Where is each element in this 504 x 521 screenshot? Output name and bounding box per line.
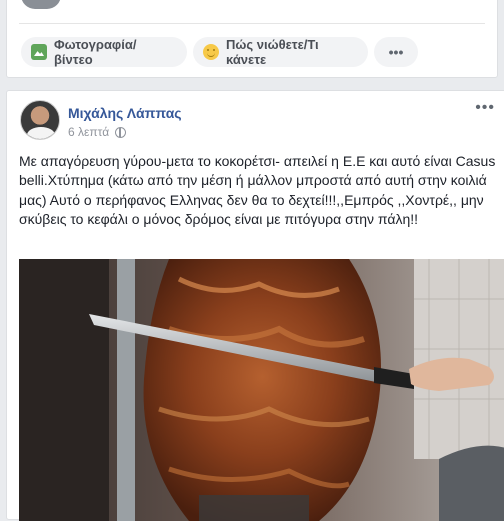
author-avatar[interactable] bbox=[20, 100, 60, 140]
post-image[interactable] bbox=[19, 259, 504, 521]
gyros-photo bbox=[19, 259, 504, 521]
post-meta: 6 λεπτά bbox=[68, 125, 127, 139]
photo-icon bbox=[31, 44, 47, 60]
feeling-activity-label: Πώς νιώθετε/Τι κάνετε bbox=[226, 37, 319, 67]
more-options-button[interactable]: ••• bbox=[374, 37, 418, 67]
timestamp[interactable]: 6 λεπτά bbox=[68, 125, 109, 139]
composer-card: Φωτογραφία/βίντεο Πώς νιώθετε/Τι κάνετε … bbox=[6, 0, 498, 78]
feeling-activity-button[interactable]: Πώς νιώθετε/Τι κάνετε bbox=[193, 37, 368, 67]
more-icon: ••• bbox=[388, 44, 404, 60]
smiley-icon bbox=[203, 44, 219, 60]
post-text: Με απαγόρευση γύρου-μετα το κοκορέτσι- α… bbox=[19, 153, 496, 227]
user-avatar[interactable] bbox=[21, 0, 61, 9]
photo-video-button[interactable]: Φωτογραφία/βίντεο bbox=[21, 37, 187, 67]
author-name[interactable]: Μιχάλης Λάππας bbox=[68, 105, 182, 121]
post-options-button[interactable]: ••• bbox=[475, 99, 495, 117]
globe-icon[interactable] bbox=[115, 126, 127, 138]
post-card: Μιχάλης Λάππας 6 λεπτά ••• Με απαγόρευση… bbox=[6, 90, 504, 521]
divider bbox=[19, 23, 485, 24]
photo-video-label: Φωτογραφία/βίντεο bbox=[54, 37, 137, 67]
